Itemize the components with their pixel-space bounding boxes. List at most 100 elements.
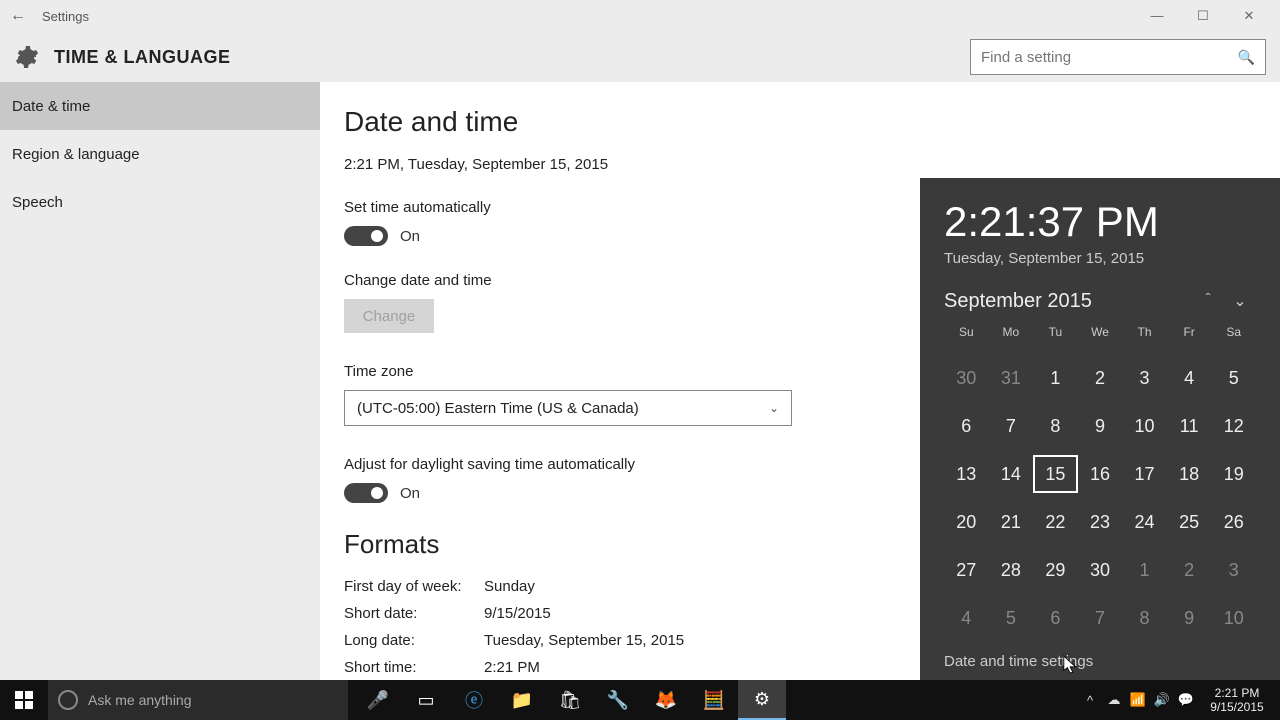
- calendar-day-cell[interactable]: 24: [1122, 503, 1167, 541]
- calendar-day-cell[interactable]: 3: [1211, 551, 1256, 589]
- header: TIME & LANGUAGE 🔍: [0, 32, 1280, 82]
- calendar-day-cell[interactable]: 19: [1211, 455, 1256, 493]
- tray-network-icon[interactable]: 📶: [1126, 692, 1150, 708]
- timezone-select[interactable]: (UTC-05:00) Eastern Time (US & Canada) ⌄: [344, 390, 792, 426]
- format-label: Short date:: [344, 605, 484, 622]
- flyout-time: 2:21:37 PM: [944, 198, 1256, 246]
- taskbar-clock[interactable]: 2:21 PM 9/15/2015: [1198, 686, 1276, 714]
- calendar-day-cell[interactable]: 5: [989, 599, 1034, 637]
- task-view-button[interactable]: ▭: [402, 680, 450, 720]
- calendar-day-cell[interactable]: 13: [944, 455, 989, 493]
- tray-volume-icon[interactable]: 🔊: [1150, 692, 1174, 708]
- calendar-day-cell[interactable]: 17: [1122, 455, 1167, 493]
- calendar-day-cell[interactable]: 30: [944, 359, 989, 397]
- format-label: First day of week:: [344, 578, 484, 595]
- format-value: Tuesday, September 15, 2015: [484, 632, 684, 649]
- taskbar-mic-icon[interactable]: 🎤: [354, 680, 402, 720]
- calendar-day-cell[interactable]: 15: [1033, 455, 1078, 493]
- calendar-day-cell[interactable]: 1: [1033, 359, 1078, 397]
- tray-onedrive-icon[interactable]: ☁: [1102, 692, 1126, 708]
- calendar-day-cell[interactable]: 27: [944, 551, 989, 589]
- format-label: Short time:: [344, 659, 484, 676]
- calendar-day-cell[interactable]: 21: [989, 503, 1034, 541]
- maximize-button[interactable]: ☐: [1180, 8, 1226, 24]
- window-title: Settings: [42, 9, 89, 24]
- calendar-flyout: 2:21:37 PM Tuesday, September 15, 2015 S…: [920, 178, 1280, 680]
- month-prev-button[interactable]: ＾: [1192, 289, 1224, 313]
- cortana-search[interactable]: Ask me anything: [48, 680, 348, 720]
- calendar-day-header: We: [1078, 325, 1123, 349]
- taskbar-firefox-icon[interactable]: 🦊: [642, 680, 690, 720]
- toggle-dst[interactable]: [344, 483, 388, 503]
- back-button[interactable]: ←: [8, 7, 28, 25]
- calendar-day-cell[interactable]: 8: [1033, 407, 1078, 445]
- calendar-day-cell[interactable]: 10: [1122, 407, 1167, 445]
- current-datetime: 2:21 PM, Tuesday, September 15, 2015: [344, 156, 1256, 173]
- month-next-button[interactable]: ⌄: [1224, 291, 1256, 311]
- calendar-day-cell[interactable]: 22: [1033, 503, 1078, 541]
- taskbar-edge-icon[interactable]: ⓔ: [450, 680, 498, 720]
- calendar-day-header: Su: [944, 325, 989, 349]
- taskbar-calculator-icon[interactable]: 🧮: [690, 680, 738, 720]
- start-button[interactable]: [0, 680, 48, 720]
- calendar-day-cell[interactable]: 25: [1167, 503, 1212, 541]
- calendar-day-cell[interactable]: 9: [1078, 407, 1123, 445]
- date-time-settings-link[interactable]: Date and time settings: [944, 653, 1256, 670]
- sidebar-item-speech[interactable]: Speech: [0, 178, 320, 226]
- calendar-day-cell[interactable]: 20: [944, 503, 989, 541]
- calendar-day-cell[interactable]: 11: [1167, 407, 1212, 445]
- tray-notifications-icon[interactable]: 💬: [1174, 692, 1198, 708]
- close-button[interactable]: ✕: [1226, 8, 1272, 24]
- taskbar-file-explorer-icon[interactable]: 📁: [498, 680, 546, 720]
- calendar-day-cell[interactable]: 28: [989, 551, 1034, 589]
- calendar-day-cell[interactable]: 6: [1033, 599, 1078, 637]
- taskbar-store-icon[interactable]: 🛍: [546, 680, 594, 720]
- calendar-day-cell[interactable]: 3: [1122, 359, 1167, 397]
- cortana-icon: [58, 690, 78, 710]
- calendar-day-cell[interactable]: 8: [1122, 599, 1167, 637]
- calendar-day-cell[interactable]: 12: [1211, 407, 1256, 445]
- minimize-button[interactable]: —: [1134, 8, 1180, 24]
- calendar-day-cell[interactable]: 6: [944, 407, 989, 445]
- calendar-day-cell[interactable]: 1: [1122, 551, 1167, 589]
- toggle-set-time-auto[interactable]: [344, 226, 388, 246]
- tray-overflow-icon[interactable]: ^: [1078, 693, 1102, 708]
- calendar-day-cell[interactable]: 30: [1078, 551, 1123, 589]
- change-button: Change: [344, 299, 434, 333]
- taskbar-settings-icon[interactable]: ⚙: [738, 680, 786, 720]
- sidebar-item-date-time[interactable]: Date & time: [0, 82, 320, 130]
- calendar-day-cell[interactable]: 23: [1078, 503, 1123, 541]
- calendar-day-cell[interactable]: 16: [1078, 455, 1123, 493]
- sidebar: Date & time Region & language Speech: [0, 82, 320, 680]
- calendar-day-cell[interactable]: 4: [1167, 359, 1212, 397]
- calendar-day-cell[interactable]: 9: [1167, 599, 1212, 637]
- calendar-day-cell[interactable]: 2: [1078, 359, 1123, 397]
- calendar-day-cell[interactable]: 5: [1211, 359, 1256, 397]
- format-value: 2:21 PM: [484, 659, 540, 676]
- calendar-day-cell[interactable]: 26: [1211, 503, 1256, 541]
- taskbar: Ask me anything 🎤 ▭ ⓔ 📁 🛍 🔧 🦊 🧮 ⚙ ^ ☁ 📶 …: [0, 680, 1280, 720]
- gear-icon: [14, 44, 40, 70]
- calendar-day-cell[interactable]: 10: [1211, 599, 1256, 637]
- calendar-day-header: Fr: [1167, 325, 1212, 349]
- calendar-day-cell[interactable]: 31: [989, 359, 1034, 397]
- sidebar-item-region-language[interactable]: Region & language: [0, 130, 320, 178]
- heading-date-time: Date and time: [344, 106, 1256, 138]
- calendar-day-cell[interactable]: 7: [1078, 599, 1123, 637]
- toggle-dst-state: On: [400, 485, 420, 502]
- calendar-day-cell[interactable]: 7: [989, 407, 1034, 445]
- calendar-day-cell[interactable]: 29: [1033, 551, 1078, 589]
- flyout-month[interactable]: September 2015: [944, 290, 1192, 313]
- calendar-day-header: Tu: [1033, 325, 1078, 349]
- calendar-day-cell[interactable]: 18: [1167, 455, 1212, 493]
- format-label: Long date:: [344, 632, 484, 649]
- calendar-day-cell[interactable]: 2: [1167, 551, 1212, 589]
- titlebar: ← Settings — ☐ ✕: [0, 0, 1280, 32]
- calendar-day-cell[interactable]: 14: [989, 455, 1034, 493]
- calendar-day-cell[interactable]: 4: [944, 599, 989, 637]
- timezone-value: (UTC-05:00) Eastern Time (US & Canada): [357, 400, 639, 417]
- taskbar-app-icon[interactable]: 🔧: [594, 680, 642, 720]
- search-box[interactable]: 🔍: [970, 39, 1266, 75]
- search-input[interactable]: [981, 49, 1238, 66]
- calendar-day-header: Sa: [1211, 325, 1256, 349]
